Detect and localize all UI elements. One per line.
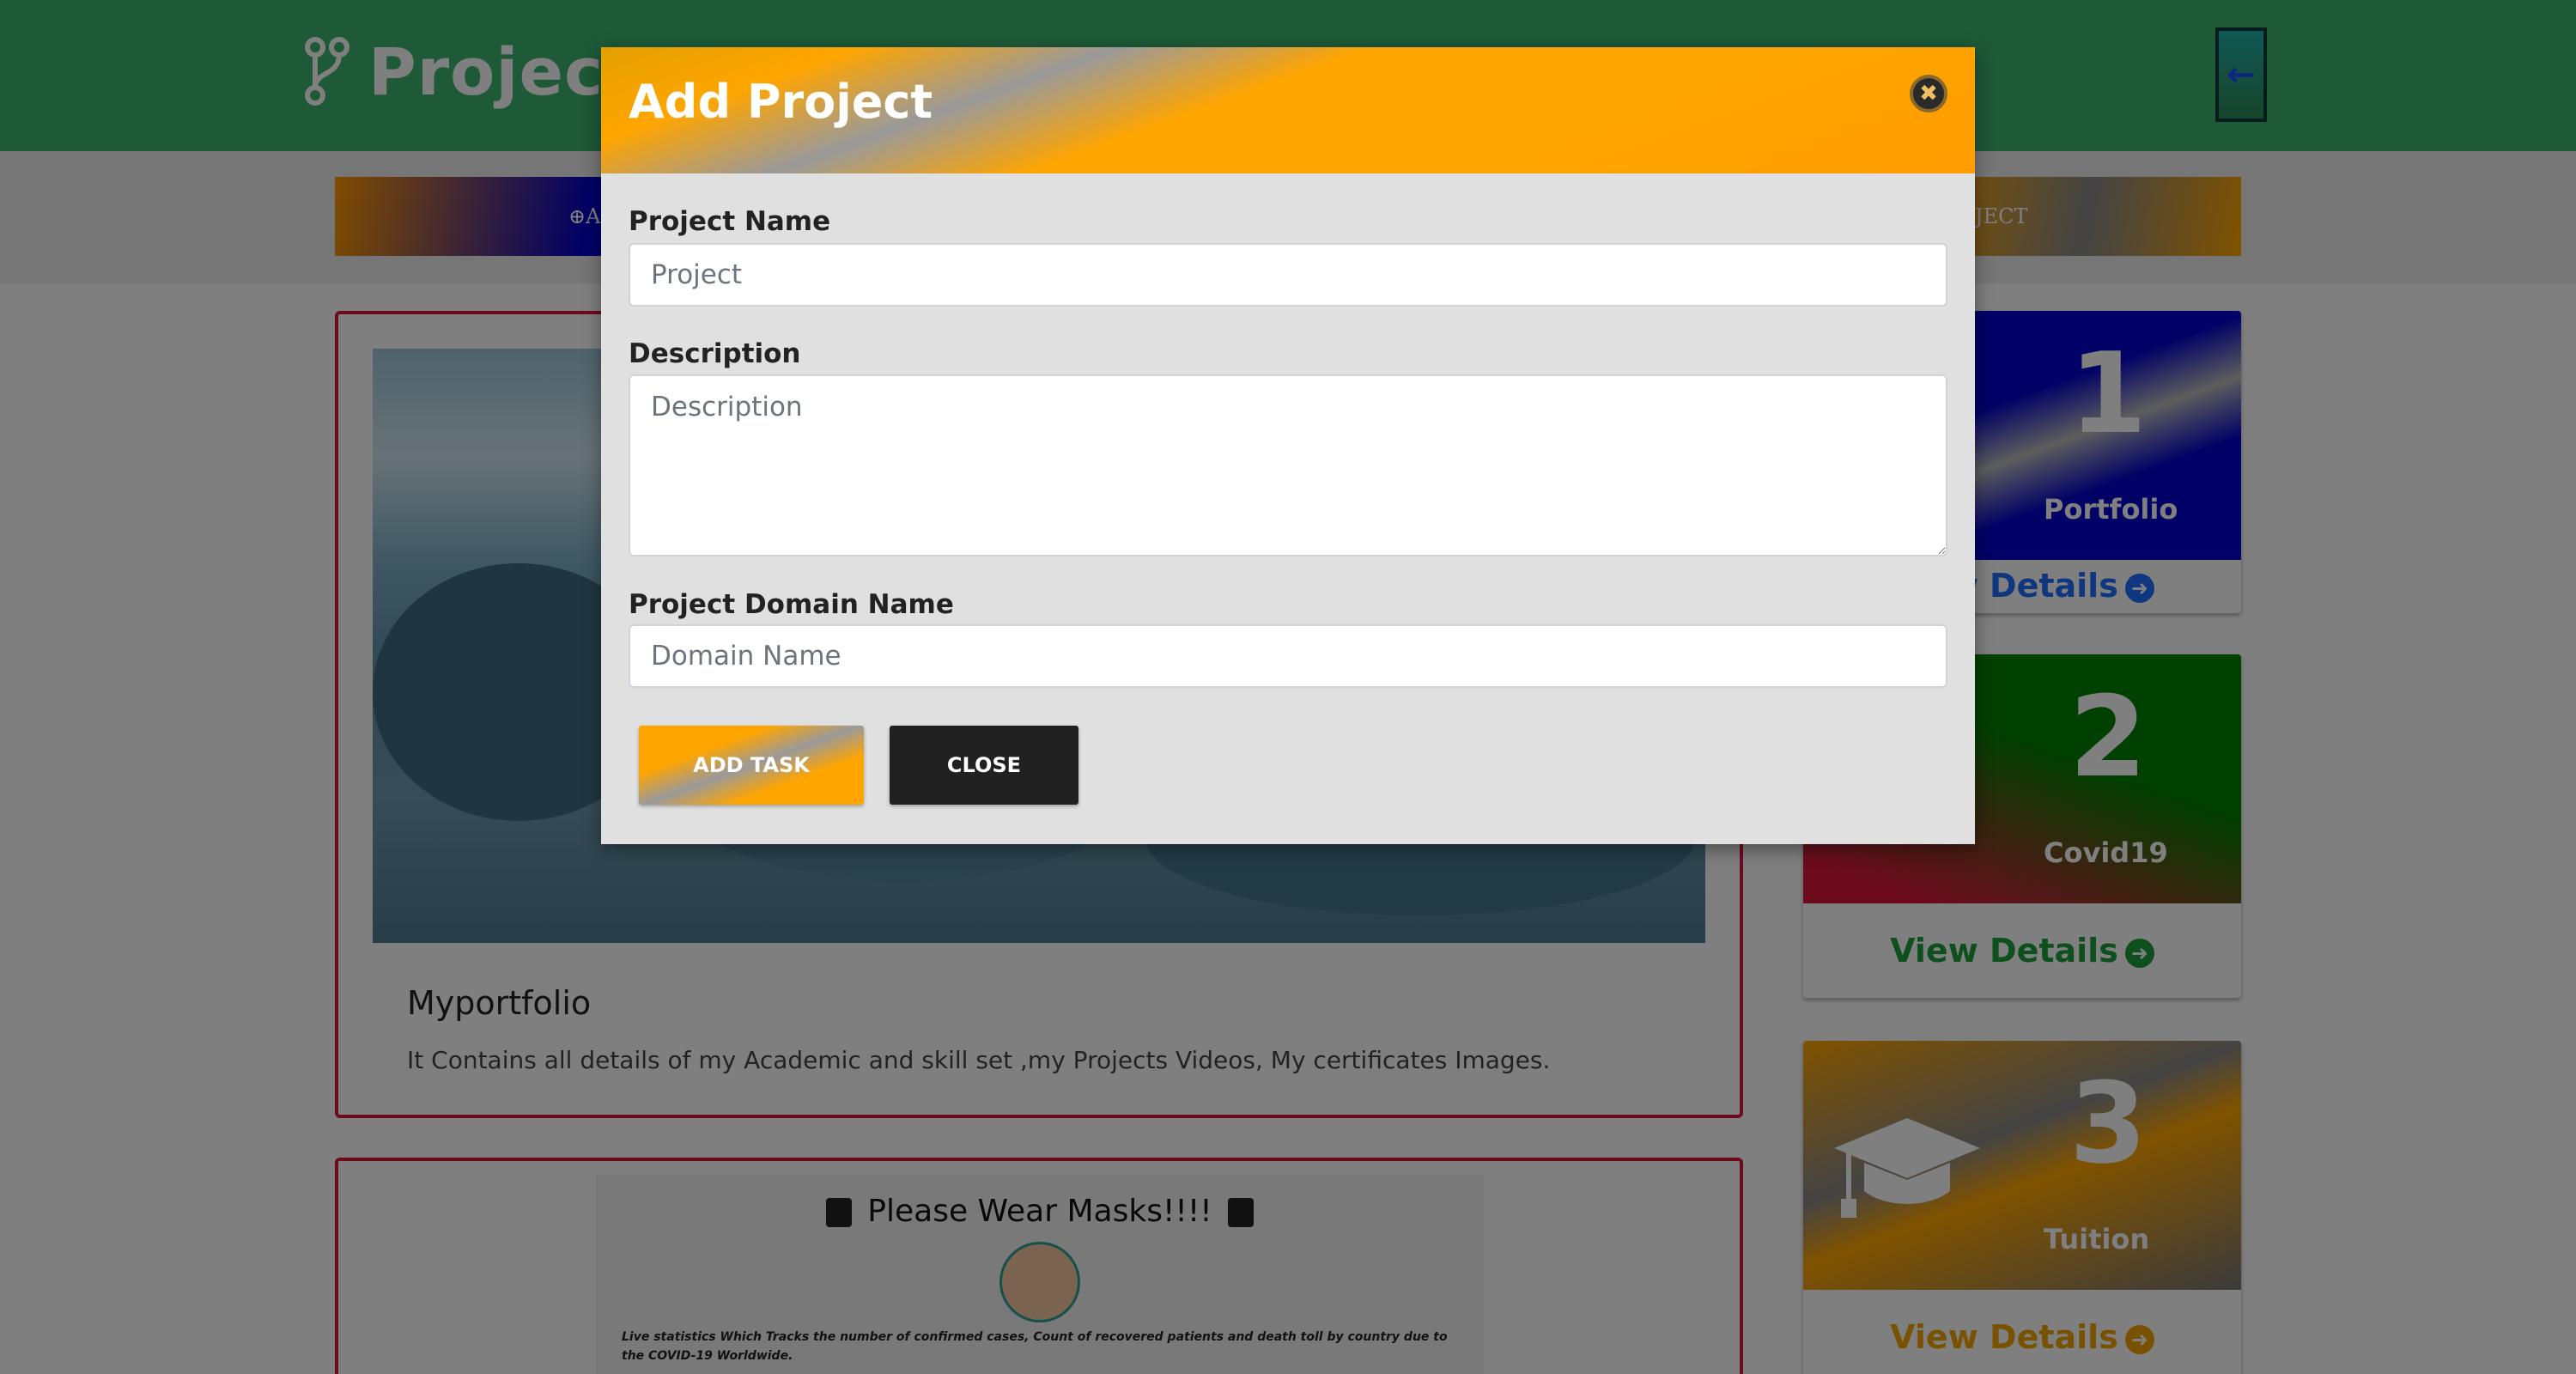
modal-title: Add Project [629, 75, 933, 129]
add-project-modal: Add Project ✖ Project Name Description P… [601, 47, 1975, 844]
description-label: Description [629, 338, 801, 369]
description-textarea[interactable] [629, 374, 1947, 556]
modal-header: Add Project ✖ [601, 47, 1975, 173]
domain-name-label: Project Domain Name [629, 589, 954, 620]
domain-name-input[interactable] [629, 624, 1947, 688]
add-task-button[interactable]: ADD TASK [639, 726, 864, 805]
close-button[interactable]: CLOSE [890, 726, 1078, 805]
project-name-input[interactable] [629, 243, 1947, 307]
project-name-label: Project Name [629, 206, 831, 237]
close-icon[interactable]: ✖ [1910, 75, 1947, 112]
